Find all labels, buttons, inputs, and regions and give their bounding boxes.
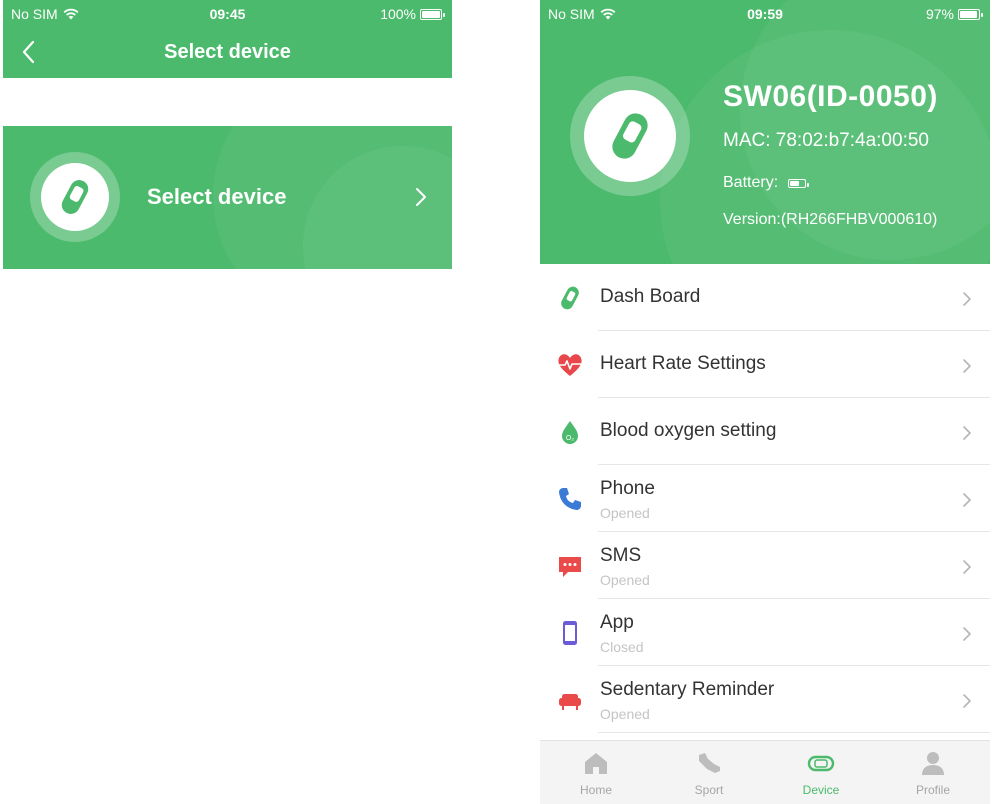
device-header: No SIM 09:59 97% SW06(ID-0050) MAC: 78:0…: [540, 0, 990, 264]
select-device-card[interactable]: Select device: [3, 126, 452, 269]
battery-percent: 97%: [925, 6, 954, 22]
device-name: SW06(ID-0050): [723, 80, 938, 113]
list-item-sms[interactable]: SMS Opened: [540, 532, 990, 599]
device-avatar: [41, 163, 109, 231]
divider: [598, 732, 990, 733]
list-item-title: Blood oxygen setting: [600, 420, 777, 441]
device-battery: Battery:: [723, 174, 810, 192]
svg-text:O₂: O₂: [566, 435, 574, 442]
tab-label: Sport: [694, 783, 724, 797]
list-item-status: Closed: [600, 639, 644, 655]
tab-profile[interactable]: Profile: [877, 741, 989, 801]
battery-icon: [958, 8, 983, 20]
app-icon: [563, 621, 577, 645]
tab-bar: Home Sport Device Profile: [540, 740, 990, 804]
device-avatar: [584, 90, 676, 182]
select-device-screen: No SIM 09:45 100% Select device Select d…: [3, 0, 452, 804]
status-battery: 100%: [380, 6, 445, 22]
device-version: Version:(RH266FHBV000610): [723, 211, 938, 228]
list-item-title: SMS: [600, 545, 642, 566]
band-icon: [807, 755, 835, 772]
list-item-title: Phone: [600, 478, 655, 499]
battery-icon: [420, 8, 445, 20]
list-item-title: Sedentary Reminder: [600, 679, 775, 700]
sport-shoe-icon: [699, 753, 720, 773]
chevron-right-icon: [963, 292, 971, 306]
device-mac: MAC: 78:02:b7:4a:00:50: [723, 130, 929, 151]
list-item-status: Opened: [600, 706, 650, 722]
sofa-icon: [559, 694, 581, 710]
heart-rate-icon: [558, 354, 582, 376]
profile-icon: [922, 752, 944, 775]
band-icon: [612, 113, 648, 159]
list-item-status: Opened: [600, 505, 650, 521]
status-bar: No SIM 09:45 100%: [3, 0, 452, 28]
tab-label: Home: [579, 783, 612, 797]
chevron-right-icon: [963, 426, 971, 440]
select-device-label: Select device: [147, 184, 287, 209]
home-icon: [585, 753, 607, 774]
status-time: 09:59: [747, 6, 783, 22]
chevron-right-icon: [963, 627, 971, 641]
tab-label: Profile: [915, 783, 950, 797]
navigation-bar: No SIM 09:45 100% Select device: [3, 0, 452, 78]
status-battery: 97%: [925, 6, 983, 22]
list-item-heart-rate-settings[interactable]: Heart Rate Settings: [540, 331, 990, 398]
list-item-sedentary-reminder[interactable]: Sedentary Reminder Opened: [540, 666, 990, 733]
battery-icon: [788, 178, 810, 188]
phone-icon: [559, 488, 581, 510]
tab-home[interactable]: Home: [540, 741, 652, 801]
device-screen: No SIM 09:59 97% SW06(ID-0050) MAC: 78:0…: [540, 0, 990, 804]
band-icon: [561, 286, 579, 310]
chevron-right-icon: [416, 188, 426, 206]
sms-icon: [559, 557, 581, 577]
list-item-dash-board[interactable]: Dash Board: [540, 264, 990, 331]
page-title: Select device: [164, 41, 291, 63]
status-bar: No SIM 09:59 97%: [540, 0, 990, 28]
band-icon: [61, 180, 89, 214]
list-item-title: App: [600, 612, 634, 633]
list-item-blood-oxygen-setting[interactable]: O₂ Blood oxygen setting: [540, 398, 990, 465]
list-item-title: Dash Board: [600, 286, 701, 307]
battery-percent: 100%: [380, 6, 416, 22]
chevron-right-icon: [963, 694, 971, 708]
chevron-right-icon: [963, 493, 971, 507]
tab-label: Device: [802, 783, 840, 797]
tab-device[interactable]: Device: [765, 741, 877, 801]
chevron-right-icon: [963, 560, 971, 574]
tab-sport[interactable]: Sport: [653, 741, 765, 801]
list-item-title: Heart Rate Settings: [600, 353, 766, 374]
chevron-right-icon: [963, 359, 971, 373]
list-item-status: Opened: [600, 572, 650, 588]
blood-oxygen-icon: O₂: [562, 421, 578, 444]
device-battery-label: Battery:: [723, 174, 779, 191]
list-item-app[interactable]: App Closed: [540, 599, 990, 666]
list-item-phone[interactable]: Phone Opened: [540, 465, 990, 532]
